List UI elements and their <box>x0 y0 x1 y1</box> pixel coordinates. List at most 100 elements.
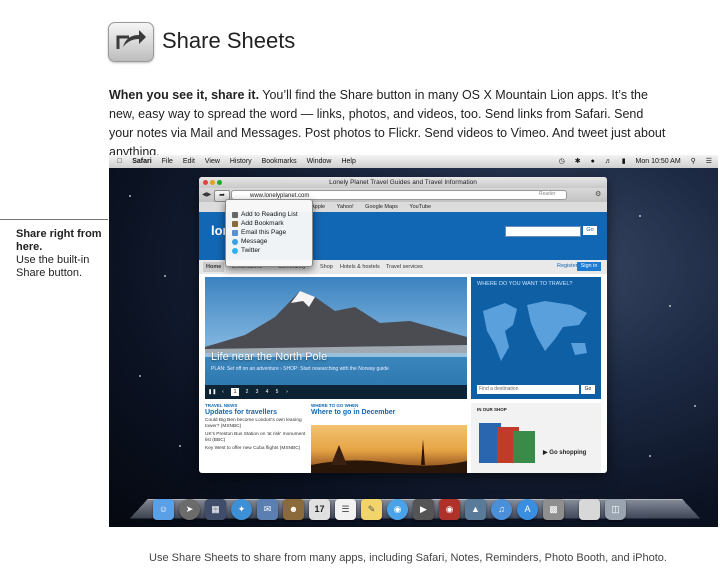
apple-menu-icon[interactable]:  <box>117 155 122 168</box>
intro-lead: When you see it, share it. <box>109 88 260 102</box>
menu-app-name[interactable]: Safari <box>132 155 151 168</box>
go-shopping-button[interactable]: ▶ Go shopping <box>543 449 586 456</box>
time-machine-icon[interactable]: ◷ <box>559 155 565 168</box>
menu-bookmarks[interactable]: Bookmarks <box>262 155 297 168</box>
window-title: Lonely Planet Travel Guides and Travel I… <box>329 179 477 186</box>
callout: Share right from here. Use the built-in … <box>16 228 106 280</box>
menu-clock[interactable]: Mon 10:50 AM <box>636 155 681 168</box>
nav-hotels[interactable]: Hotels & hostels <box>337 262 383 272</box>
sign-in-button[interactable]: Sign in <box>577 262 601 271</box>
page-title: Share Sheets <box>162 28 296 53</box>
hero-subtitle[interactable]: PLAN: Set off on an adventure › SHOP: St… <box>211 366 389 372</box>
reminders-icon[interactable]: ☰ <box>335 499 356 520</box>
share-item-add-bookmark[interactable]: Add Bookmark <box>226 219 312 228</box>
bookmark-youtube[interactable]: YouTube <box>409 204 431 210</box>
share-item-reading-list[interactable]: Add to Reading List <box>226 210 312 219</box>
destination-go-button[interactable]: Go <box>581 385 595 394</box>
map-title: WHERE DO YOU WANT TO TRAVEL? <box>477 281 573 287</box>
pager-page-4[interactable]: 4 <box>263 388 271 396</box>
preview-icon[interactable]: ▩ <box>543 499 564 520</box>
facetime-icon[interactable]: ▶ <box>413 499 434 520</box>
menu-window[interactable]: Window <box>307 155 332 168</box>
minimize-icon[interactable] <box>210 180 215 185</box>
messages-icon[interactable]: ◉ <box>387 499 408 520</box>
photo-booth-icon[interactable]: ◉ <box>439 499 460 520</box>
site-search-go-button[interactable]: Go <box>583 226 597 235</box>
guidebooks-image[interactable] <box>477 419 537 465</box>
mail-icon[interactable]: ✉ <box>257 499 278 520</box>
zoom-icon[interactable] <box>217 180 222 185</box>
menu-help[interactable]: Help <box>341 155 355 168</box>
book-icon <box>232 220 238 227</box>
travel-news: TRAVEL NEWS Updates for travellers Could… <box>205 403 307 473</box>
menu-file[interactable]: File <box>162 155 173 168</box>
calendar-icon[interactable]: 17 <box>309 499 330 520</box>
bookmark-apple[interactable]: Apple <box>311 204 325 210</box>
register-link[interactable]: Register <box>557 263 577 269</box>
menu-view[interactable]: View <box>205 155 220 168</box>
share-item-message[interactable]: Message <box>226 237 312 246</box>
share-item-label: Add to Reading List <box>241 211 298 218</box>
safari-window: Lonely Planet Travel Guides and Travel I… <box>199 177 607 473</box>
menu-edit[interactable]: Edit <box>183 155 195 168</box>
iphoto-icon[interactable]: ▲ <box>465 499 486 520</box>
intro-paragraph: When you see it, share it. You’ll find t… <box>109 86 669 162</box>
calendar-day: 17 <box>314 504 325 514</box>
itunes-icon[interactable]: ♫ <box>491 499 512 520</box>
news-item[interactable]: Could Big Ben become London's own leanin… <box>205 418 307 430</box>
close-icon[interactable] <box>203 180 208 185</box>
spotlight-icon[interactable]: ⚲ <box>691 155 696 168</box>
contacts-icon[interactable]: ☻ <box>283 499 304 520</box>
pager-page-3[interactable]: 3 <box>253 388 261 396</box>
pause-icon[interactable]: ❚❚ <box>208 388 216 396</box>
glasses-icon <box>232 211 238 218</box>
app-store-icon[interactable]: A <box>517 499 538 520</box>
reader-button[interactable]: Reader <box>539 191 555 197</box>
nav-travel-services[interactable]: Travel services <box>383 262 426 272</box>
map-panel: WHERE DO YOU WANT TO TRAVEL? Find a dest… <box>471 277 601 399</box>
nav-shop[interactable]: Shop <box>317 262 336 272</box>
where-label: WHERE TO GO WHEN <box>311 403 359 408</box>
trash-icon[interactable]: ◫ <box>605 499 626 520</box>
finder-icon[interactable]: ☺ <box>153 499 174 520</box>
nav-home[interactable]: Home <box>203 262 225 272</box>
bluetooth-icon[interactable]: ✱ <box>575 155 581 168</box>
go-shopping-label: Go shopping <box>549 450 587 456</box>
site-search-input[interactable] <box>505 226 581 237</box>
shop-label: IN OUR SHOP <box>477 407 507 412</box>
caption: Use Share Sheets to share from many apps… <box>149 552 667 564</box>
destination-input[interactable]: Find a destination <box>477 385 579 394</box>
notes-icon[interactable]: ✎ <box>361 499 382 520</box>
notification-center-icon[interactable]: ☰ <box>706 155 712 168</box>
volume-icon[interactable]: ♬ <box>605 155 612 168</box>
where-title[interactable]: Where to go in December <box>311 409 467 416</box>
speech-bubble-icon <box>232 238 238 245</box>
news-item[interactable]: Key West to offer new Cuba flights (MSNB… <box>205 446 307 452</box>
next-icon[interactable]: › <box>283 388 291 396</box>
back-forward-icon[interactable]: ◀▶ <box>202 191 211 198</box>
news-title[interactable]: Updates for travellers <box>205 409 307 416</box>
hero-banner[interactable]: Life near the North Pole PLAN: Set off o… <box>205 277 467 399</box>
hero-pager: ❚❚ ‹ 1 2 3 4 5 › <box>205 385 467 399</box>
pager-page-2[interactable]: 2 <box>243 388 251 396</box>
downloads-icon[interactable]: ⚙ <box>595 190 601 198</box>
share-sheet-menu: Add to Reading List Add Bookmark Email t… <box>225 199 313 267</box>
share-item-twitter[interactable]: Twitter <box>226 246 312 255</box>
prev-icon[interactable]: ‹ <box>219 388 227 396</box>
sunset-photo[interactable] <box>311 425 467 473</box>
news-item[interactable]: UK's Preston Bus Station on 'at risk' mo… <box>205 432 307 444</box>
mission-control-icon[interactable]: ▦ <box>205 499 226 520</box>
documents-stack-icon[interactable] <box>579 499 600 520</box>
share-item-email[interactable]: Email this Page <box>226 228 312 237</box>
wifi-icon[interactable]: ● <box>591 155 595 168</box>
menu-history[interactable]: History <box>230 155 252 168</box>
battery-icon[interactable]: ▮ <box>622 155 626 168</box>
world-map[interactable] <box>475 291 597 371</box>
pager-page-1[interactable]: 1 <box>231 388 239 396</box>
bookmark-yahoo[interactable]: Yahoo! <box>337 204 354 210</box>
safari-icon[interactable]: ✦ <box>231 499 252 520</box>
launchpad-icon[interactable]: ➤ <box>179 499 200 520</box>
menu-bar:  Safari File Edit View History Bookmark… <box>109 155 718 168</box>
bookmark-google-maps[interactable]: Google Maps <box>365 204 398 210</box>
pager-page-5[interactable]: 5 <box>273 388 281 396</box>
